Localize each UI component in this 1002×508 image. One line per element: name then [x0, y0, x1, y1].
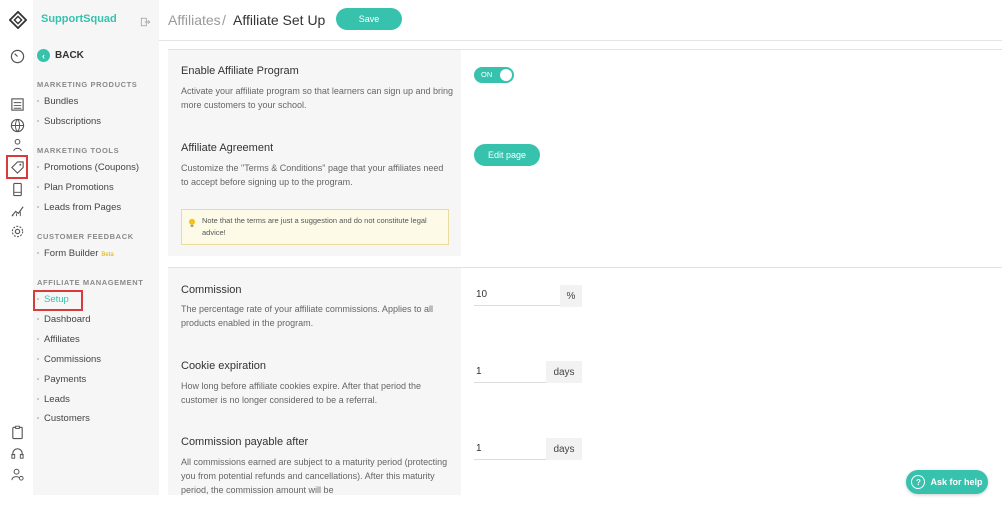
icon-rail: [0, 0, 33, 508]
sidebar-item-bundles[interactable]: Bundles: [37, 96, 78, 107]
users-icon[interactable]: [9, 137, 25, 153]
cookie-desc: How long before affiliate cookies expire…: [181, 381, 421, 405]
back-label: BACK: [55, 50, 84, 61]
sidebar-item-payments[interactable]: Payments: [37, 374, 86, 385]
save-button[interactable]: Save: [336, 8, 402, 30]
affiliate-toggle[interactable]: ON: [474, 67, 514, 83]
sidebar-item-leads-from-pages[interactable]: Leads from Pages: [37, 202, 121, 213]
enable-affiliate-title: Enable Affiliate Program: [181, 65, 299, 77]
payable-unit: days: [546, 438, 582, 460]
list-icon[interactable]: [9, 96, 25, 112]
beta-badge: Beta: [101, 252, 114, 258]
edit-page-button[interactable]: Edit page: [474, 144, 540, 166]
breadcrumb-separator: /: [222, 12, 226, 28]
settings-icon[interactable]: [9, 223, 25, 239]
section-title-marketing-tools: MARKETING TOOLS: [37, 146, 120, 155]
payable-desc: All commissions earned are subject to a …: [181, 457, 448, 495]
agreement-desc: Customize the "Terms & Conditions" page …: [181, 163, 444, 187]
brand-name: SupportSquad: [41, 13, 117, 25]
cookie-value: 1: [476, 366, 482, 377]
help-icon: ?: [911, 475, 926, 489]
percent-unit: %: [560, 285, 582, 307]
commission-input[interactable]: 10: [474, 287, 560, 306]
logo-icon[interactable]: [9, 11, 27, 29]
cookie-title: Cookie expiration: [181, 360, 266, 372]
back-button[interactable]: ‹ BACK: [37, 49, 84, 62]
analytics-icon[interactable]: [9, 202, 25, 218]
mobile-icon[interactable]: [9, 181, 25, 197]
agreement-title: Affiliate Agreement: [181, 142, 274, 154]
tag-icon-highlight: [6, 155, 28, 179]
top-header: Affiliates / Affiliate Set Up Save: [159, 0, 1002, 41]
payable-value: 1: [476, 443, 482, 454]
clipboard-icon[interactable]: [9, 424, 25, 440]
logout-icon[interactable]: [140, 14, 151, 27]
sidebar-item-dashboard[interactable]: Dashboard: [37, 314, 90, 325]
user-settings-icon[interactable]: [9, 466, 25, 482]
payable-input[interactable]: 1: [474, 441, 546, 460]
cookie-unit: days: [546, 361, 582, 383]
help-label: Ask for help: [930, 477, 983, 487]
enable-affiliate-desc: Activate your affiliate program so that …: [181, 86, 453, 110]
toggle-knob: [500, 69, 512, 81]
lightbulb-icon: [188, 215, 196, 227]
sidebar: SupportSquad ‹ BACK MARKETING PRODUCTS B…: [33, 0, 159, 495]
commission-value: 10: [476, 289, 488, 300]
sidebar-item-plan-promotions[interactable]: Plan Promotions: [37, 182, 114, 193]
sidebar-item-customers[interactable]: Customers: [37, 413, 90, 424]
globe-icon[interactable]: [9, 117, 25, 133]
payable-title: Commission payable after: [181, 436, 309, 448]
dashboard-icon[interactable]: [9, 48, 25, 64]
breadcrumb-parent[interactable]: Affiliates: [168, 12, 221, 28]
toggle-label: ON: [481, 70, 493, 79]
section-title-customer-feedback: CUSTOMER FEEDBACK: [37, 232, 134, 241]
section-title-affiliate-management: AFFILIATE MANAGEMENT: [37, 278, 144, 287]
section-title-marketing-products: MARKETING PRODUCTS: [37, 80, 138, 89]
commission-title: Commission: [181, 284, 242, 296]
commission-desc: The percentage rate of your affiliate co…: [181, 304, 433, 328]
arrow-left-icon: ‹: [37, 49, 50, 62]
cookie-input[interactable]: 1: [474, 364, 546, 383]
sidebar-item-promotions[interactable]: Promotions (Coupons): [37, 162, 139, 173]
sidebar-item-leads[interactable]: Leads: [37, 394, 70, 405]
sidebar-item-form-builder[interactable]: Form Builder Beta: [37, 248, 114, 259]
ask-for-help-button[interactable]: ? Ask for help: [906, 470, 988, 494]
sidebar-item-subscriptions[interactable]: Subscriptions: [37, 116, 101, 127]
page-title: Affiliate Set Up: [233, 12, 326, 28]
sidebar-item-affiliates[interactable]: Affiliates: [37, 334, 80, 345]
divider: [168, 49, 1002, 50]
support-icon[interactable]: [9, 445, 25, 461]
setup-highlight: [33, 290, 83, 311]
sidebar-item-commissions[interactable]: Commissions: [37, 354, 101, 365]
legal-note: Note that the terms are just a suggestio…: [181, 209, 449, 245]
legal-note-text: Note that the terms are just a suggestio…: [202, 216, 427, 237]
divider: [168, 267, 1002, 268]
